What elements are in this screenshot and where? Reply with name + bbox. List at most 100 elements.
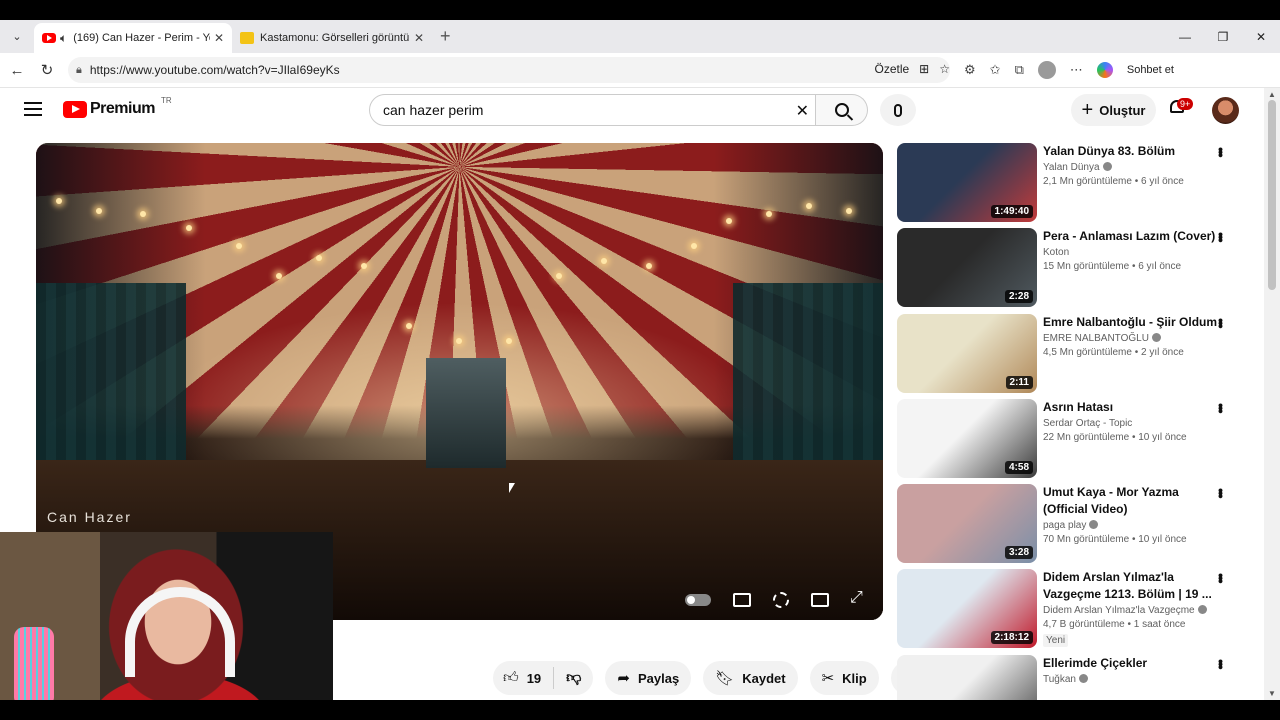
video-thumbnail[interactable]: 2:11 — [897, 313, 1037, 393]
favorite-star-icon[interactable]: ☆ — [939, 62, 950, 76]
restore-icon[interactable]: ❐ — [1204, 20, 1242, 53]
page-scrollbar[interactable]: ▲ ▼ — [1264, 88, 1280, 700]
recommendation-item[interactable]: 2:28 Pera - Anlaması Lazım (Cover) Koton 15… — [897, 228, 1237, 313]
video-thumbnail[interactable]: 1:49:40 — [897, 143, 1037, 222]
recommendation-item[interactable]: 1:49:40 Yalan Dünya 83. Bölüm Yalan Dünya 2… — [897, 143, 1237, 228]
close-tab-icon[interactable]: ✕ — [414, 31, 424, 45]
logo-text: Premium — [90, 100, 155, 117]
close-window-icon[interactable]: ✕ — [1242, 20, 1280, 53]
video-thumbnail[interactable]: 2:18:12 — [897, 569, 1037, 649]
more-options-icon[interactable]: ••• — [1213, 232, 1229, 241]
fullscreen-icon[interactable] — [850, 589, 865, 607]
more-options-icon[interactable]: ••• — [1213, 318, 1229, 327]
guide-menu-icon[interactable] — [24, 102, 42, 116]
scroll-down-icon[interactable]: ▼ — [1268, 689, 1276, 698]
more-options-icon[interactable]: ••• — [1213, 659, 1229, 668]
tab-title: Kastamonu: Görselleri görüntüleyin — [260, 32, 410, 44]
recommendation-item[interactable]: 2:18:12 Didem Arslan Yılmaz'la Vazgeçme 1… — [897, 569, 1237, 654]
more-options-icon[interactable]: ••• — [1213, 147, 1229, 156]
webcam-overlay — [0, 532, 333, 700]
recommendation-title[interactable]: Ellerimde Çiçekler — [1043, 655, 1218, 672]
more-options-icon[interactable]: ••• — [1213, 488, 1229, 497]
video-thumbnail[interactable]: 3:28 — [897, 484, 1037, 564]
minimize-icon[interactable]: — — [1166, 20, 1204, 53]
channel-name-text: Yalan Dünya — [1043, 162, 1100, 173]
more-menu-icon[interactable]: ⋯ — [1070, 62, 1083, 78]
channel-name[interactable]: Yalan Dünya — [1043, 162, 1218, 173]
account-avatar[interactable] — [1212, 97, 1239, 124]
copilot-icon[interactable] — [1096, 62, 1113, 78]
autoplay-toggle[interactable] — [685, 594, 711, 606]
speaker-icon[interactable]: 🔈︎ — [60, 31, 67, 46]
screen-top-edge — [0, 0, 1280, 20]
extensions-icon[interactable]: ⚙ — [964, 62, 976, 78]
youtube-header: Premium TR can hazer perim ✕ + Oluştur 9… — [0, 88, 1264, 132]
save-button[interactable]: 🔖︎ Kaydet — [703, 661, 798, 695]
voice-search-button[interactable] — [880, 94, 916, 126]
recommendation-item[interactable]: 4:58 Asrın Hatası Serdar Ortaç - Topic 22 M… — [897, 398, 1237, 484]
channel-name[interactable]: EMRE NALBANTOĞLU — [1043, 332, 1218, 344]
back-icon[interactable]: ← — [2, 62, 32, 79]
view-meta: 4,7 B görüntüleme • 1 saat önce — [1043, 619, 1186, 631]
summarize-button[interactable]: Özetle — [874, 62, 909, 76]
recommendation-title[interactable]: Asrın Hatası — [1043, 399, 1218, 416]
clear-search-icon[interactable]: ✕ — [796, 101, 809, 121]
share-button[interactable]: ➦ Paylaş — [605, 661, 692, 695]
create-button[interactable]: + Oluştur — [1071, 94, 1156, 126]
settings-gear-icon[interactable] — [773, 592, 789, 608]
recommendation-title[interactable]: Pera - Anlaması Lazım (Cover) — [1043, 228, 1218, 245]
video-thumbnail[interactable]: 4:58 — [897, 398, 1037, 478]
reload-icon[interactable]: ↻ — [32, 61, 62, 79]
favorites-icon[interactable]: ✩ — [990, 62, 1001, 78]
channel-name[interactable]: Didem Arslan Yılmaz'la Vazgeçme — [1043, 605, 1218, 616]
app-available-icon[interactable]: ⊞ — [919, 62, 929, 76]
recommendation-item[interactable]: 2:11 Emre Nalbantoğlu - Şiir Oldum EMRE NA… — [897, 313, 1237, 399]
browser-tab-kastamonu[interactable]: Kastamonu: Görselleri görüntüleyin ✕ — [232, 23, 432, 53]
recommendation-item[interactable]: Ellerimde Çiçekler Tuğkan ••• — [897, 654, 1237, 700]
channel-name[interactable]: paga play — [1043, 520, 1218, 531]
recommendation-title[interactable]: Yalan Dünya 83. Bölüm — [1043, 143, 1218, 160]
theater-mode-icon[interactable] — [811, 593, 829, 607]
channel-name-text: Koton — [1043, 247, 1070, 259]
scroll-up-icon[interactable]: ▲ — [1268, 90, 1276, 99]
youtube-premium-logo[interactable]: Premium TR — [63, 96, 172, 118]
url-text: https://www.youtube.com/watch?v=JIlaI69e… — [89, 63, 340, 77]
url-field[interactable]: 🔒︎ https://www.youtube.com/watch?v=JIlaI… — [68, 57, 950, 83]
video-thumbnail[interactable] — [897, 654, 1037, 700]
verified-check-icon — [1089, 520, 1099, 530]
channel-name[interactable]: Tuğkan — [1043, 673, 1218, 685]
browser-tab-youtube[interactable]: 🔈︎ (169) Can Hazer - Perim - YouTube ✕ — [34, 23, 232, 53]
recommendation-info: Yalan Dünya 83. Bölüm Yalan Dünya 2,1 Mn g… — [1043, 143, 1218, 228]
dislike-button[interactable]: 👎︎ — [554, 669, 593, 687]
profile-avatar[interactable] — [1037, 61, 1056, 79]
site-info-icon[interactable]: 🔒︎ — [76, 64, 82, 77]
channel-name-text: Tuğkan — [1043, 673, 1076, 685]
channel-name[interactable]: Serdar Ortaç - Topic — [1043, 418, 1218, 429]
collections-icon[interactable]: ⧉ — [1015, 62, 1024, 78]
scrollbar-thumb[interactable] — [1268, 100, 1276, 290]
new-tab-icon[interactable]: + — [440, 26, 451, 47]
search-input[interactable]: can hazer perim ✕ — [369, 94, 816, 126]
more-options-icon[interactable]: ••• — [1213, 573, 1229, 582]
recommendation-title[interactable]: Emre Nalbantoğlu - Şiir Oldum — [1043, 314, 1218, 331]
duration-badge: 1:49:40 — [990, 205, 1033, 218]
recommendation-title[interactable]: Umut Kaya - Mor Yazma (Official Video) — [1043, 484, 1218, 518]
recommendation-title[interactable]: Didem Arslan Yılmaz'la Vazgeçme 1213. Bö… — [1043, 569, 1218, 603]
copilot-chat-label[interactable]: Sohbet et — [1127, 64, 1174, 76]
like-button[interactable]: 👍︎ 19 — [493, 667, 555, 689]
channel-name[interactable]: Koton — [1043, 247, 1218, 258]
video-thumbnail[interactable]: 2:28 — [897, 228, 1037, 308]
new-badge: Yeni — [1043, 634, 1069, 648]
close-tab-icon[interactable]: ✕ — [214, 31, 224, 45]
more-options-icon[interactable]: ••• — [1213, 403, 1229, 412]
duration-badge: 3:28 — [1004, 546, 1033, 560]
search-button[interactable] — [816, 94, 868, 126]
clip-button[interactable]: ✂ Klip — [809, 661, 879, 695]
subtitles-icon[interactable] — [733, 593, 751, 607]
recommendation-item[interactable]: 3:28 Umut Kaya - Mor Yazma (Official Vide… — [897, 484, 1237, 569]
window-controls: — ❐ ✕ — [1166, 20, 1280, 53]
verified-check-icon — [1197, 605, 1207, 615]
tab-search-menu-icon[interactable]: ⌄ — [6, 26, 28, 48]
clip-label: Klip — [842, 670, 867, 686]
tab-title: (169) Can Hazer - Perim - YouTube — [73, 32, 210, 44]
